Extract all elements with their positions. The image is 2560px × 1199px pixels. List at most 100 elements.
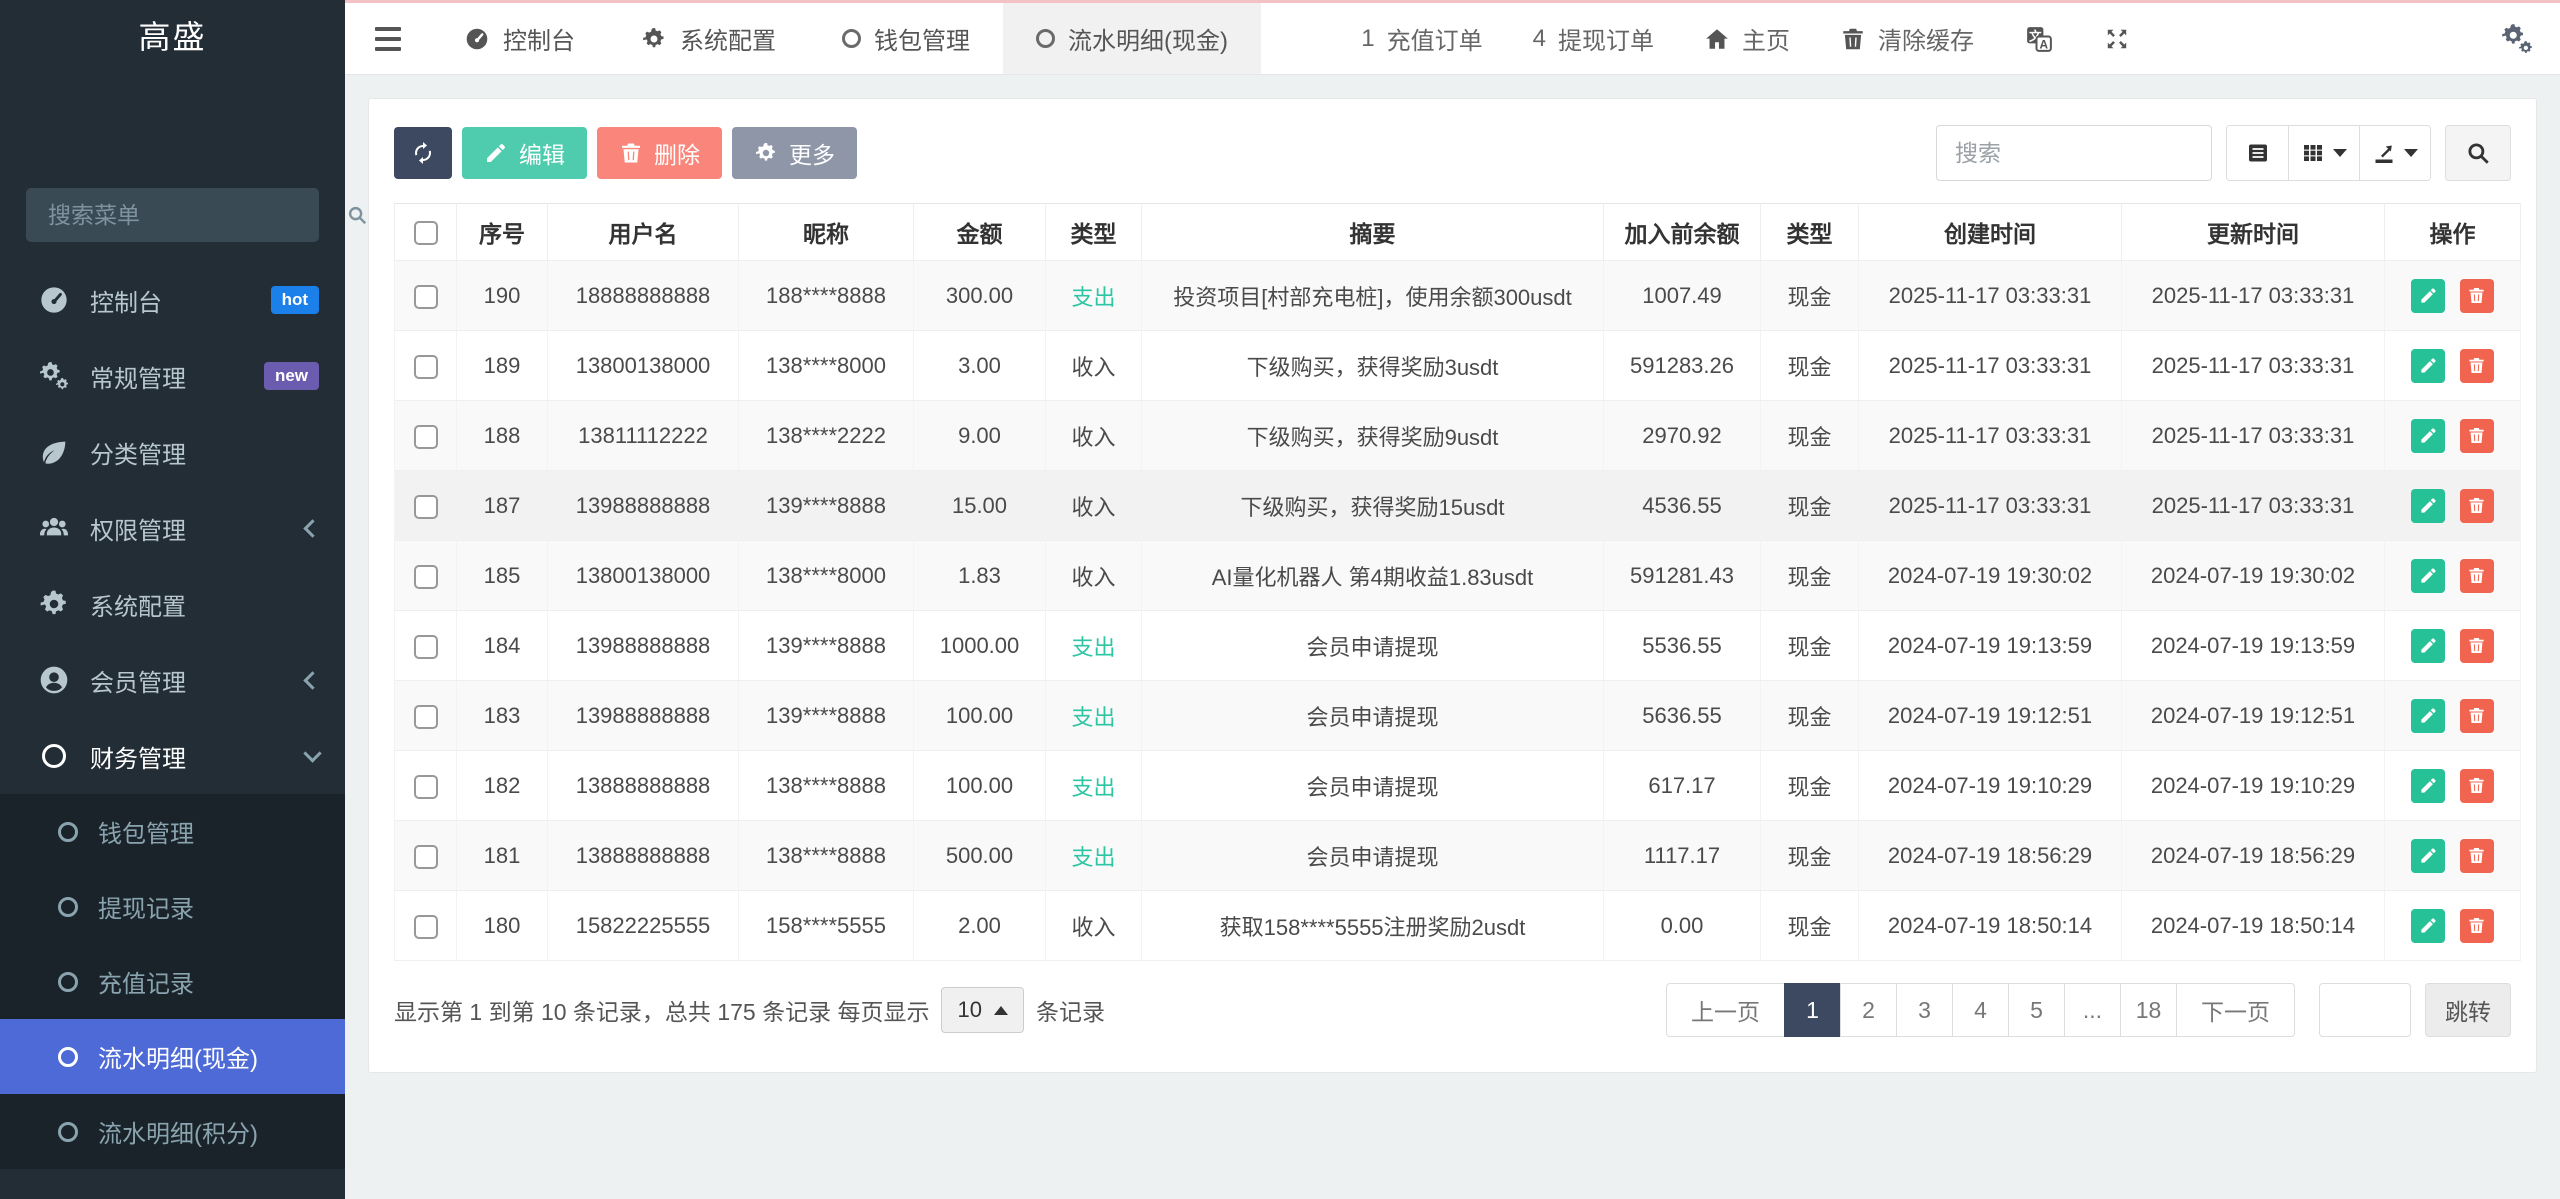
row-delete-button[interactable] <box>2459 488 2494 523</box>
tab-cashflow[interactable]: 流水明细(现金) <box>1003 3 1261 74</box>
row-delete-button[interactable] <box>2459 838 2494 873</box>
advanced-search-button[interactable] <box>2445 125 2511 181</box>
row-edit-button[interactable] <box>2411 698 2446 733</box>
table-row[interactable]: 183 13988888888 139****8888 100.00 支出 会员… <box>394 680 2521 751</box>
table-row[interactable]: 189 13800138000 138****8000 3.00 收入 下级购买… <box>394 330 2521 401</box>
sidebar-item-members[interactable]: 会员管理 <box>0 642 345 718</box>
row-delete-button[interactable] <box>2459 698 2494 733</box>
tab-sysconfig[interactable]: 系统配置 <box>608 3 809 74</box>
delete-button[interactable]: 删除 <box>597 127 722 179</box>
table-row[interactable]: 180 15822225555 158****5555 2.00 收入 获取15… <box>394 890 2521 961</box>
recharge-orders-link[interactable]: 1 充值订单 <box>1361 21 1482 56</box>
home-link[interactable]: 主页 <box>1704 21 1790 56</box>
col-username[interactable]: 用户名 <box>547 203 739 261</box>
detail-view-button[interactable] <box>2227 126 2289 180</box>
page-prev[interactable]: 上一页 <box>1666 983 1785 1037</box>
page-size-select[interactable]: 10 <box>941 987 1024 1033</box>
col-nickname[interactable]: 昵称 <box>738 203 914 261</box>
row-delete-button[interactable] <box>2459 348 2494 383</box>
sidebar-item-dashboard[interactable]: 控制台 hot <box>0 262 345 338</box>
row-edit-button[interactable] <box>2411 348 2446 383</box>
row-edit-button[interactable] <box>2411 628 2446 663</box>
row-edit-button[interactable] <box>2411 418 2446 453</box>
sidebar-subitem-cashflow[interactable]: 流水明细(现金) <box>0 1019 345 1094</box>
language-switch-button[interactable]: 文A <box>2024 24 2054 54</box>
sidebar-item-auth[interactable]: 权限管理 <box>0 490 345 566</box>
table-row[interactable]: 184 13988888888 139****8888 1000.00 支出 会… <box>394 610 2521 681</box>
fullscreen-button[interactable] <box>2104 26 2130 52</box>
page-4[interactable]: 4 <box>1952 983 2009 1037</box>
row-checkbox[interactable] <box>413 284 438 309</box>
row-checkbox[interactable] <box>413 774 438 799</box>
row-delete-button[interactable] <box>2459 418 2494 453</box>
row-checkbox[interactable] <box>413 914 438 939</box>
col-summary[interactable]: 摘要 <box>1141 203 1604 261</box>
sidebar-subitem-pointsflow[interactable]: 流水明细(积分) <box>0 1094 345 1169</box>
refresh-button[interactable] <box>394 127 452 179</box>
col-type[interactable]: 类型 <box>1045 203 1142 261</box>
page-1[interactable]: 1 <box>1784 983 1841 1037</box>
jump-page-input[interactable] <box>2319 983 2411 1037</box>
row-edit-button[interactable] <box>2411 908 2446 943</box>
sidebar-item-general[interactable]: 常规管理 new <box>0 338 345 414</box>
page-next[interactable]: 下一页 <box>2176 983 2295 1037</box>
sidebar-item-sysconfig[interactable]: 系统配置 <box>0 566 345 642</box>
export-button[interactable] <box>2360 126 2430 180</box>
col-seq[interactable]: 序号 <box>456 203 548 261</box>
table-row[interactable]: 188 13811112222 138****2222 9.00 收入 下级购买… <box>394 400 2521 471</box>
row-edit-button[interactable] <box>2411 558 2446 593</box>
row-delete-button[interactable] <box>2459 278 2494 313</box>
col-amount[interactable]: 金额 <box>913 203 1046 261</box>
row-delete-button[interactable] <box>2459 628 2494 663</box>
withdraw-orders-link[interactable]: 4 提现订单 <box>1533 21 1654 56</box>
table-row[interactable]: 182 13888888888 138****8888 100.00 支出 会员… <box>394 750 2521 821</box>
table-row[interactable]: 190 18888888888 188****8888 300.00 支出 投资… <box>394 260 2521 331</box>
settings-gears-icon[interactable] <box>2500 22 2534 56</box>
page-18[interactable]: 18 <box>2120 983 2177 1037</box>
cell-balance: 1007.49 <box>1603 260 1761 331</box>
col-updated[interactable]: 更新时间 <box>2121 203 2385 261</box>
row-edit-button[interactable] <box>2411 488 2446 523</box>
row-delete-button[interactable] <box>2459 558 2494 593</box>
jump-button[interactable]: 跳转 <box>2425 983 2511 1037</box>
row-checkbox[interactable] <box>413 424 438 449</box>
table-row[interactable]: 187 13988888888 139****8888 15.00 收入 下级购… <box>394 470 2521 541</box>
table-search-input[interactable] <box>1936 125 2212 181</box>
page-ellipsis[interactable]: ... <box>2064 983 2121 1037</box>
more-button[interactable]: 更多 <box>732 127 857 179</box>
sidebar-search-input[interactable] <box>46 200 346 230</box>
clear-cache-link[interactable]: 清除缓存 <box>1840 21 1974 56</box>
sidebar-item-finance[interactable]: 财务管理 <box>0 718 345 794</box>
row-delete-button[interactable] <box>2459 768 2494 803</box>
table-row[interactable]: 185 13800138000 138****8000 1.83 收入 AI量化… <box>394 540 2521 611</box>
page-5[interactable]: 5 <box>2008 983 2065 1037</box>
row-edit-button[interactable] <box>2411 278 2446 313</box>
row-edit-button[interactable] <box>2411 838 2446 873</box>
sidebar-subitem-wallet[interactable]: 钱包管理 <box>0 794 345 869</box>
tab-wallet[interactable]: 钱包管理 <box>809 3 1003 74</box>
col-fund-type[interactable]: 类型 <box>1760 203 1859 261</box>
row-checkbox[interactable] <box>413 354 438 379</box>
cell-type: 支出 <box>1045 260 1142 331</box>
select-all-checkbox[interactable] <box>413 221 438 246</box>
page-3[interactable]: 3 <box>1896 983 1953 1037</box>
table-row[interactable]: 181 13888888888 138****8888 500.00 支出 会员… <box>394 820 2521 891</box>
row-edit-button[interactable] <box>2411 768 2446 803</box>
edit-button[interactable]: 编辑 <box>462 127 587 179</box>
tab-dashboard[interactable]: 控制台 <box>431 3 608 74</box>
columns-button[interactable] <box>2289 126 2360 180</box>
sidebar-item-category[interactable]: 分类管理 <box>0 414 345 490</box>
app-logo[interactable]: 高盛 <box>0 0 345 75</box>
row-checkbox[interactable] <box>413 844 438 869</box>
row-checkbox[interactable] <box>413 704 438 729</box>
page-2[interactable]: 2 <box>1840 983 1897 1037</box>
sidebar-subitem-withdraw[interactable]: 提现记录 <box>0 869 345 944</box>
menu-toggle-icon[interactable] <box>345 3 431 74</box>
row-delete-button[interactable] <box>2459 908 2494 943</box>
row-checkbox[interactable] <box>413 634 438 659</box>
row-checkbox[interactable] <box>413 494 438 519</box>
row-checkbox[interactable] <box>413 564 438 589</box>
col-created[interactable]: 创建时间 <box>1858 203 2122 261</box>
col-balance[interactable]: 加入前余额 <box>1603 203 1761 261</box>
sidebar-subitem-recharge[interactable]: 充值记录 <box>0 944 345 1019</box>
